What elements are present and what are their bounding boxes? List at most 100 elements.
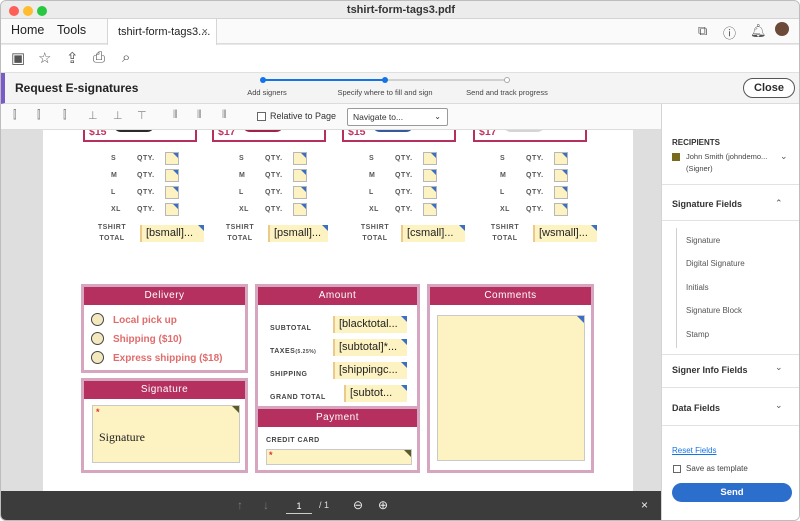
qty-field[interactable] xyxy=(293,169,307,182)
save-template-checkbox[interactable] xyxy=(673,465,681,473)
taxes-label: TAXES xyxy=(270,348,296,355)
recipient-role: (Signer) xyxy=(686,164,713,173)
tshirt-total-label: TSHIRT TOTAL xyxy=(486,222,524,244)
size-label: S xyxy=(369,155,375,162)
qty-field[interactable] xyxy=(423,169,437,182)
align-right-icon[interactable]: ⫿ xyxy=(63,109,67,122)
distribute-vertical-icon[interactable]: ⫴ xyxy=(197,109,202,122)
qty-field[interactable] xyxy=(293,203,307,216)
avatar[interactable] xyxy=(775,22,789,36)
total-field[interactable]: [bsmall]... xyxy=(140,225,204,242)
qty-field[interactable] xyxy=(293,152,307,165)
chevron-down-icon[interactable]: ⌄ xyxy=(775,400,783,411)
recipient-color-swatch xyxy=(672,153,680,161)
arrow-up-icon[interactable]: ↑ xyxy=(237,498,243,512)
align-top-icon[interactable]: ⊥ xyxy=(88,109,98,122)
amount-label: SHIPPING xyxy=(270,371,308,378)
qty-field[interactable] xyxy=(293,186,307,199)
qty-label: QTY. xyxy=(395,189,413,196)
align-left-icon[interactable]: ⫿ xyxy=(13,109,17,122)
signer-info-header[interactable]: Signer Info Fields xyxy=(672,365,748,375)
credit-card-field[interactable]: * xyxy=(266,449,412,465)
arrow-down-icon[interactable]: ↓ xyxy=(263,498,269,512)
align-bottom-icon[interactable]: ⊤ xyxy=(137,109,147,122)
amount-field[interactable]: [blacktotal... xyxy=(333,316,407,333)
qty-label: QTY. xyxy=(137,155,155,162)
comments-field[interactable] xyxy=(437,315,585,461)
sig-item[interactable]: Signature xyxy=(686,236,720,245)
amount-field[interactable]: [subtotal]*... xyxy=(333,339,407,356)
delivery-title: Delivery xyxy=(84,287,245,305)
signature-field[interactable]: * Signature xyxy=(92,405,240,463)
menu-home[interactable]: Home xyxy=(11,23,44,37)
delivery-option-label: Shipping ($10) xyxy=(113,334,182,345)
shirt-price: $15 xyxy=(348,130,366,138)
distribute-horizontal-icon[interactable]: ⫴ xyxy=(173,109,178,122)
zoom-search-icon[interactable]: ⌕ xyxy=(122,49,130,66)
sig-item[interactable]: Signature Block xyxy=(686,306,742,315)
tshirt-total-line: TOTAL xyxy=(227,235,253,242)
align-middle-icon[interactable]: ⊥ xyxy=(113,109,123,122)
menu-tools[interactable]: Tools xyxy=(57,23,86,37)
sig-item[interactable]: Initials xyxy=(686,283,709,292)
notification-bell-icon[interactable]: 🔔︎ xyxy=(750,23,767,39)
amount-field[interactable]: [shippingc... xyxy=(333,362,407,379)
reset-fields-link[interactable]: Reset Fields xyxy=(672,446,716,455)
chevron-down-icon[interactable]: ⌄ xyxy=(780,151,788,162)
data-fields-header[interactable]: Data Fields xyxy=(672,403,720,413)
close-bar-icon[interactable]: × xyxy=(641,498,648,512)
total-field[interactable]: [wsmall]... xyxy=(533,225,597,242)
page-total: / 1 xyxy=(319,500,330,510)
navigate-to-select[interactable]: Navigate to... ⌄ xyxy=(347,108,448,126)
qty-field[interactable] xyxy=(554,169,568,182)
zoom-window-icon[interactable] xyxy=(37,6,47,16)
chevron-up-icon[interactable]: ⌃ xyxy=(775,198,783,209)
qty-label: QTY. xyxy=(526,172,544,179)
qty-field[interactable] xyxy=(423,152,437,165)
delivery-radio[interactable] xyxy=(91,351,104,364)
upload-cloud-icon[interactable]: ⇪ xyxy=(66,49,79,67)
credit-card-label: CREDIT CARD xyxy=(266,437,320,444)
share-screen-icon[interactable]: ⧉ xyxy=(698,23,707,39)
qty-label: QTY. xyxy=(395,155,413,162)
zoom-out-icon[interactable]: ⊖ xyxy=(353,498,363,512)
qty-field[interactable] xyxy=(554,186,568,199)
qty-field[interactable] xyxy=(423,203,437,216)
align-center-icon[interactable]: ⫿ xyxy=(37,109,41,122)
document-tab[interactable]: tshirt-form-tags3.... × xyxy=(107,19,217,45)
total-field[interactable]: [psmall]... xyxy=(268,225,328,242)
esign-bar: Request E-signatures Add signers Specify… xyxy=(1,73,799,104)
delivery-radio[interactable] xyxy=(91,332,104,345)
tshirt-total-label: TSHIRT TOTAL xyxy=(356,222,394,244)
amount-field[interactable]: [subtot... xyxy=(344,385,407,402)
relative-to-page-checkbox[interactable] xyxy=(257,112,266,121)
qty-field[interactable] xyxy=(554,203,568,216)
page-number-input[interactable]: 1 xyxy=(286,498,312,514)
qty-field[interactable] xyxy=(165,169,179,182)
size-label: XL xyxy=(369,206,379,213)
star-icon[interactable]: ☆ xyxy=(38,49,51,67)
close-button[interactable]: Close xyxy=(743,78,795,98)
send-button[interactable]: Send xyxy=(672,483,792,502)
qty-field[interactable] xyxy=(165,203,179,216)
total-field[interactable]: [csmall]... xyxy=(401,225,465,242)
recipient-name[interactable]: John Smith (johndemo... xyxy=(686,152,767,161)
size-label: XL xyxy=(500,206,510,213)
qty-field[interactable] xyxy=(554,152,568,165)
help-icon[interactable]: ⓘ xyxy=(723,23,736,42)
chevron-down-icon[interactable]: ⌄ xyxy=(775,362,783,373)
qty-field[interactable] xyxy=(165,186,179,199)
close-window-icon[interactable] xyxy=(9,6,19,16)
zoom-in-icon[interactable]: ⊕ xyxy=(378,498,388,512)
save-icon[interactable]: ▣ xyxy=(11,49,25,67)
signature-fields-header[interactable]: Signature Fields xyxy=(672,199,742,209)
qty-field[interactable] xyxy=(423,186,437,199)
minimize-window-icon[interactable] xyxy=(23,6,33,16)
print-icon[interactable]: ⎙ xyxy=(93,49,105,66)
tab-close-icon[interactable]: × xyxy=(202,19,208,45)
match-size-icon[interactable]: ⫴ xyxy=(222,109,227,122)
delivery-radio[interactable] xyxy=(91,313,104,326)
qty-field[interactable] xyxy=(165,152,179,165)
sig-item[interactable]: Stamp xyxy=(686,330,709,339)
sig-item[interactable]: Digital Signature xyxy=(686,259,745,268)
